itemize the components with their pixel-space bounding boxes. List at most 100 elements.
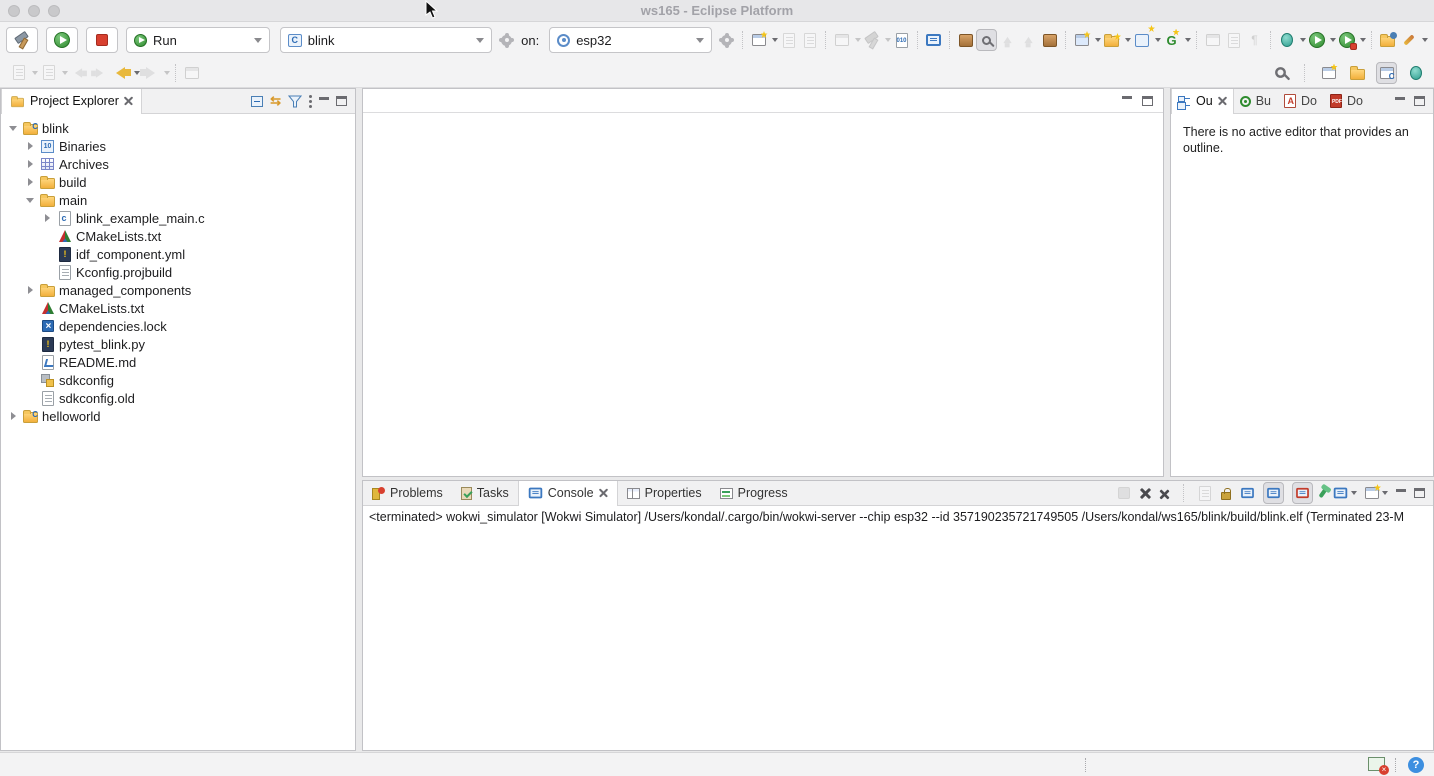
maximize-button[interactable] xyxy=(336,96,347,106)
expander-icon[interactable] xyxy=(24,158,36,170)
tab-problems[interactable]: Problems xyxy=(363,481,452,506)
build-all-button[interactable] xyxy=(831,29,861,51)
new-git-project-button[interactable]: G xyxy=(1161,29,1191,51)
word-wrap-button[interactable] xyxy=(1239,482,1255,504)
tab-documents-2[interactable]: Do xyxy=(1324,89,1370,114)
open-console-button[interactable] xyxy=(1365,487,1388,499)
tab-documents[interactable]: Do xyxy=(1278,89,1324,114)
tree-item[interactable]: CMakeLists.txt xyxy=(1,227,355,245)
new-folder-button[interactable] xyxy=(1101,29,1131,51)
tree-item[interactable]: Kconfig.projbuild xyxy=(1,263,355,281)
expander-icon[interactable] xyxy=(41,212,53,224)
close-icon[interactable] xyxy=(1218,97,1227,106)
back-disabled-button[interactable] xyxy=(68,62,89,84)
forward-history-button[interactable] xyxy=(140,62,170,84)
tab-console[interactable]: Console xyxy=(518,481,618,506)
stop-button[interactable] xyxy=(86,27,118,53)
tree-item[interactable]: idf_component.yml xyxy=(1,245,355,263)
expander-icon[interactable] xyxy=(24,140,36,152)
back-history-button[interactable] xyxy=(110,62,140,84)
upload-button[interactable] xyxy=(997,29,1018,51)
tree-item[interactable]: sdkconfig xyxy=(1,371,355,389)
close-icon[interactable] xyxy=(124,97,133,106)
next-edit-button[interactable] xyxy=(1202,29,1223,51)
external-tools-button[interactable] xyxy=(1398,29,1428,51)
next-annotation-button[interactable] xyxy=(8,62,38,84)
launch-config-combo[interactable]: blink xyxy=(280,27,492,53)
expander-icon[interactable] xyxy=(7,410,19,422)
previous-annotation-button[interactable] xyxy=(38,62,68,84)
tab-project-explorer[interactable]: Project Explorer xyxy=(1,89,142,114)
help-button[interactable]: ? xyxy=(1408,757,1424,773)
launch-config-gear-button[interactable] xyxy=(496,29,517,51)
tree-item[interactable]: pytest_blink.py xyxy=(1,335,355,353)
maximize-button[interactable] xyxy=(1414,96,1425,106)
expander-icon[interactable] xyxy=(24,284,36,296)
tab-outline[interactable]: Ou xyxy=(1171,89,1234,114)
tree-item[interactable]: sdkconfig.old xyxy=(1,389,355,407)
show-on-stderr-toggle[interactable] xyxy=(1292,482,1313,504)
download-button[interactable] xyxy=(1018,29,1039,51)
tree-item[interactable]: blink xyxy=(1,119,355,137)
binary-viewer-button[interactable] xyxy=(891,29,912,51)
tree-item[interactable]: blink_example_main.c xyxy=(1,209,355,227)
minimize-button[interactable] xyxy=(1122,96,1132,99)
forward-disabled-button[interactable] xyxy=(89,62,110,84)
mark-occurrences-button[interactable] xyxy=(1223,29,1244,51)
open-perspective-button[interactable] xyxy=(1318,62,1339,84)
view-menu-button[interactable] xyxy=(309,95,312,98)
drag-handle[interactable] xyxy=(1395,758,1398,772)
remove-launch-button[interactable] xyxy=(1140,488,1151,499)
tree-item[interactable]: README.md xyxy=(1,353,355,371)
target-gear-button[interactable] xyxy=(716,29,737,51)
filter-button[interactable] xyxy=(288,95,302,108)
coverage-launch-button[interactable] xyxy=(1336,29,1366,51)
save-all-button[interactable] xyxy=(799,29,820,51)
scroll-lock-button[interactable] xyxy=(1221,492,1231,500)
import-button[interactable] xyxy=(1377,29,1398,51)
minimize-button[interactable] xyxy=(1396,489,1406,492)
expander-icon[interactable] xyxy=(7,122,19,134)
minimize-button[interactable] xyxy=(319,97,329,100)
esp-registry-button[interactable] xyxy=(1039,29,1060,51)
tree-item[interactable]: helloworld xyxy=(1,407,355,425)
search-button[interactable] xyxy=(1270,62,1291,84)
launch-target-combo[interactable]: esp32 xyxy=(549,27,712,53)
close-icon[interactable] xyxy=(599,489,608,498)
tree-item[interactable]: CMakeLists.txt xyxy=(1,299,355,317)
collapse-all-button[interactable] xyxy=(251,96,263,107)
tab-properties[interactable]: Properties xyxy=(618,481,711,506)
link-with-editor-button[interactable]: ⇆ xyxy=(270,93,281,109)
expander-icon[interactable] xyxy=(24,176,36,188)
console-errors-icon[interactable] xyxy=(1370,759,1385,771)
expander-icon[interactable] xyxy=(24,194,36,206)
tree-item[interactable]: managed_components xyxy=(1,281,355,299)
new-c-project-button[interactable] xyxy=(1071,29,1101,51)
tab-progress[interactable]: Progress xyxy=(711,481,797,506)
debug-launch-button[interactable] xyxy=(1276,29,1306,51)
save-button[interactable] xyxy=(778,29,799,51)
terminal-button[interactable] xyxy=(923,29,944,51)
tree-item[interactable]: Binaries xyxy=(1,137,355,155)
show-whitespace-button[interactable]: ¶ xyxy=(1244,29,1265,51)
maximize-button[interactable] xyxy=(1414,488,1425,498)
pin-console-button[interactable] xyxy=(1318,488,1327,498)
resource-perspective-button[interactable] xyxy=(1347,62,1368,84)
tab-build[interactable]: Bu xyxy=(1234,89,1278,114)
new-wizard-button[interactable] xyxy=(748,29,778,51)
tree-item[interactable]: dependencies.lock xyxy=(1,317,355,335)
last-edit-location-button[interactable] xyxy=(181,62,202,84)
minimize-button[interactable] xyxy=(1395,97,1405,100)
esp-components-button[interactable] xyxy=(955,29,976,51)
launch-mode-combo[interactable]: Run xyxy=(126,27,270,53)
clear-console-button[interactable] xyxy=(1197,482,1213,504)
tab-tasks[interactable]: Tasks xyxy=(452,481,518,506)
remove-all-terminated-button[interactable] xyxy=(1160,488,1170,498)
maximize-button[interactable] xyxy=(1142,96,1153,106)
new-file-button[interactable] xyxy=(1131,29,1161,51)
tree-item[interactable]: build xyxy=(1,173,355,191)
launch-button[interactable] xyxy=(46,27,78,53)
display-console-button[interactable] xyxy=(1333,487,1357,499)
cpp-perspective-button[interactable]: C xyxy=(1376,62,1397,84)
tree-item[interactable]: Archives xyxy=(1,155,355,173)
